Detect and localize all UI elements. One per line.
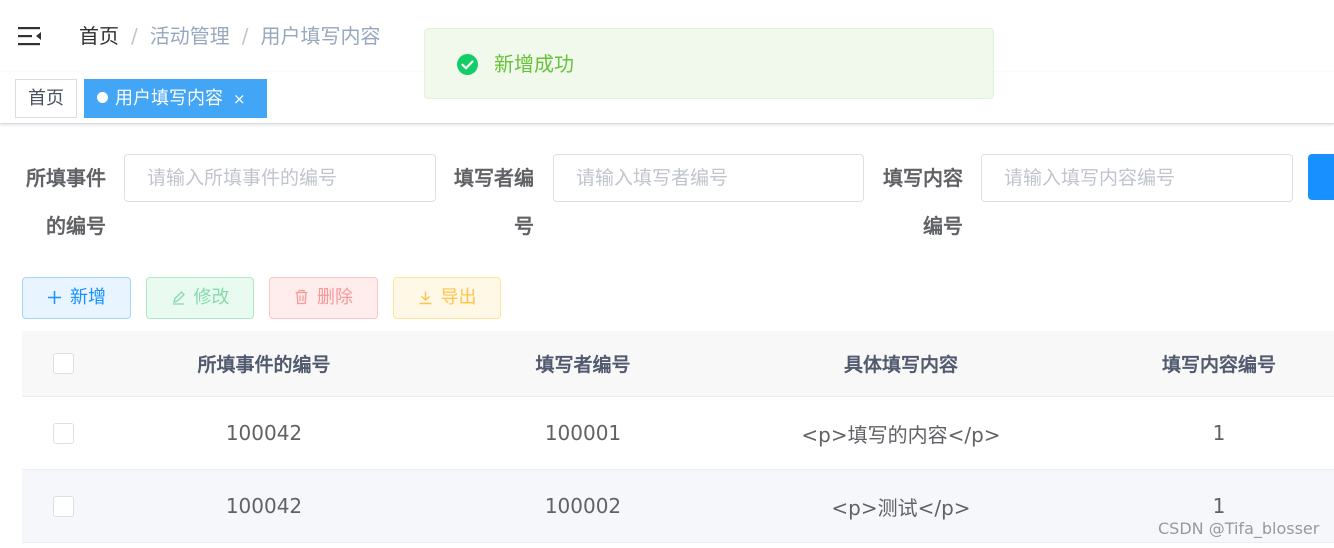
cell-event-id: 100042 (225, 494, 303, 518)
edit-pencil-icon (172, 291, 185, 305)
event-id-label: 所填事件 的编号 (22, 154, 106, 250)
row-select-cell (22, 397, 104, 469)
cell-filler-id: 100001 (544, 421, 622, 445)
row-select-cell (22, 470, 104, 542)
column-header-content-id[interactable]: 填写内容编号 (1060, 331, 1334, 396)
plus-icon (48, 291, 61, 304)
content-id-label: 填写内容 编号 (879, 154, 963, 250)
tag-label: 用户填写内容 (115, 88, 223, 109)
breadcrumb-current: 用户填写内容 (260, 24, 381, 48)
event-id-label-line2: 的编号 (46, 214, 106, 238)
event-id-input[interactable] (124, 154, 436, 202)
cell-event-id: 100042 (225, 421, 303, 445)
select-all-cell (22, 331, 104, 396)
cell-content-id: 1 (1212, 421, 1226, 445)
cell-filler-id: 100002 (544, 494, 622, 518)
search-button[interactable] (1308, 154, 1334, 200)
download-icon (419, 291, 431, 305)
cell-content: <p>测试</p> (831, 495, 971, 520)
column-header-event-id[interactable]: 所填事件的编号 (104, 331, 424, 396)
filler-id-label: 填写者编 号 (450, 154, 534, 250)
cell-content: <p>填写的内容</p> (801, 422, 1001, 447)
hamburger-fold-icon[interactable] (18, 26, 42, 46)
edit-button-label: 修改 (193, 287, 230, 308)
export-button-label: 导出 (440, 287, 477, 308)
breadcrumb-activity-management[interactable]: 活动管理 (150, 24, 230, 48)
edit-button[interactable]: 修改 (146, 277, 254, 319)
delete-button-label: 删除 (317, 287, 353, 308)
table-row[interactable]: 100042 100002 <p>测试</p> 1 (22, 470, 1334, 543)
content-id-input[interactable] (981, 154, 1293, 202)
column-header-content[interactable]: 具体填写内容 (742, 331, 1060, 396)
row-checkbox[interactable] (52, 422, 74, 444)
add-button[interactable]: 新增 (22, 277, 131, 319)
tag-user-filled-content[interactable]: 用户填写内容 × (84, 79, 267, 118)
content-id-label-line2: 编号 (923, 214, 963, 238)
table-row[interactable]: 100042 100001 <p>填写的内容</p> 1 (22, 397, 1334, 470)
tag-close-icon[interactable]: × (233, 90, 246, 108)
success-toast: 新增成功 (424, 28, 994, 99)
delete-button[interactable]: 删除 (269, 277, 378, 319)
breadcrumb-home[interactable]: 首页 (79, 24, 119, 48)
breadcrumb-separator: / (131, 24, 138, 48)
table-header-row: 所填事件的编号 填写者编号 具体填写内容 填写内容编号 (22, 331, 1334, 397)
event-id-label-line1: 所填事件 (26, 166, 106, 190)
breadcrumb: 首页 / 活动管理 / 用户填写内容 (79, 22, 381, 50)
export-button[interactable]: 导出 (393, 277, 501, 319)
filler-id-label-line1: 填写者编 (454, 166, 534, 190)
select-all-checkbox[interactable] (52, 353, 74, 374)
data-table: 所填事件的编号 填写者编号 具体填写内容 填写内容编号 100042 10000… (22, 331, 1334, 543)
filler-id-label-line2: 号 (514, 214, 534, 238)
add-button-label: 新增 (70, 287, 106, 308)
trash-icon (295, 289, 308, 305)
toast-message: 新增成功 (494, 52, 574, 76)
breadcrumb-separator: / (241, 24, 249, 48)
row-checkbox[interactable] (52, 495, 74, 517)
column-header-filler-id[interactable]: 填写者编号 (424, 331, 742, 396)
active-dot-icon (97, 92, 108, 103)
filler-id-input[interactable] (553, 154, 864, 202)
content-id-label-line1: 填写内容 (883, 166, 963, 190)
tag-home[interactable]: 首页 (15, 79, 77, 118)
app-page: 首页 / 活动管理 / 用户填写内容 首页 用户填写内容 × 新增成功 所填事件 的编号 … (0, 0, 1334, 548)
csdn-watermark: CSDN @Tifa_blosser (1158, 519, 1320, 538)
success-check-icon (457, 54, 478, 75)
